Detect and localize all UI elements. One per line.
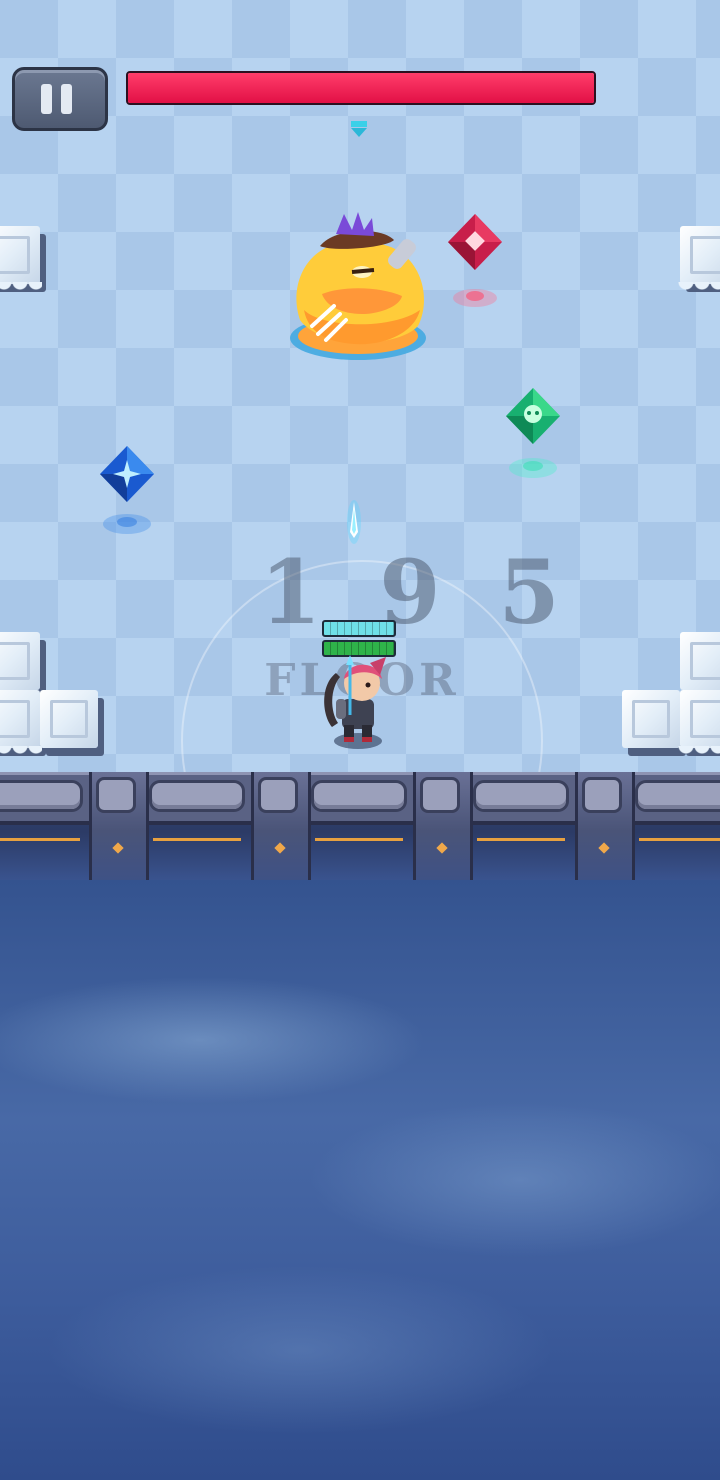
ice-block [0,226,42,294]
ice-block [0,632,40,690]
sky-background [0,880,720,1480]
pudding-boss [290,212,426,360]
red-shuriken-gem [448,214,502,307]
ice-block [680,632,720,690]
arrow-projectile [347,500,361,544]
pause-button[interactable] [12,67,108,131]
ice-block [678,690,720,758]
green-skull-gem [506,388,560,478]
archer-hero [324,655,386,749]
ice-block [40,690,98,748]
arena-wall [0,772,720,890]
player-health-bars [322,620,396,657]
player-shield-bar [322,620,396,637]
boss-health-bar [126,71,596,105]
blue-star-gem [100,446,154,534]
ice-block [622,690,680,748]
boss-health-fill [128,73,594,103]
ice-block [0,690,42,758]
boss-marker-icon [351,121,367,137]
ice-block [678,226,720,294]
